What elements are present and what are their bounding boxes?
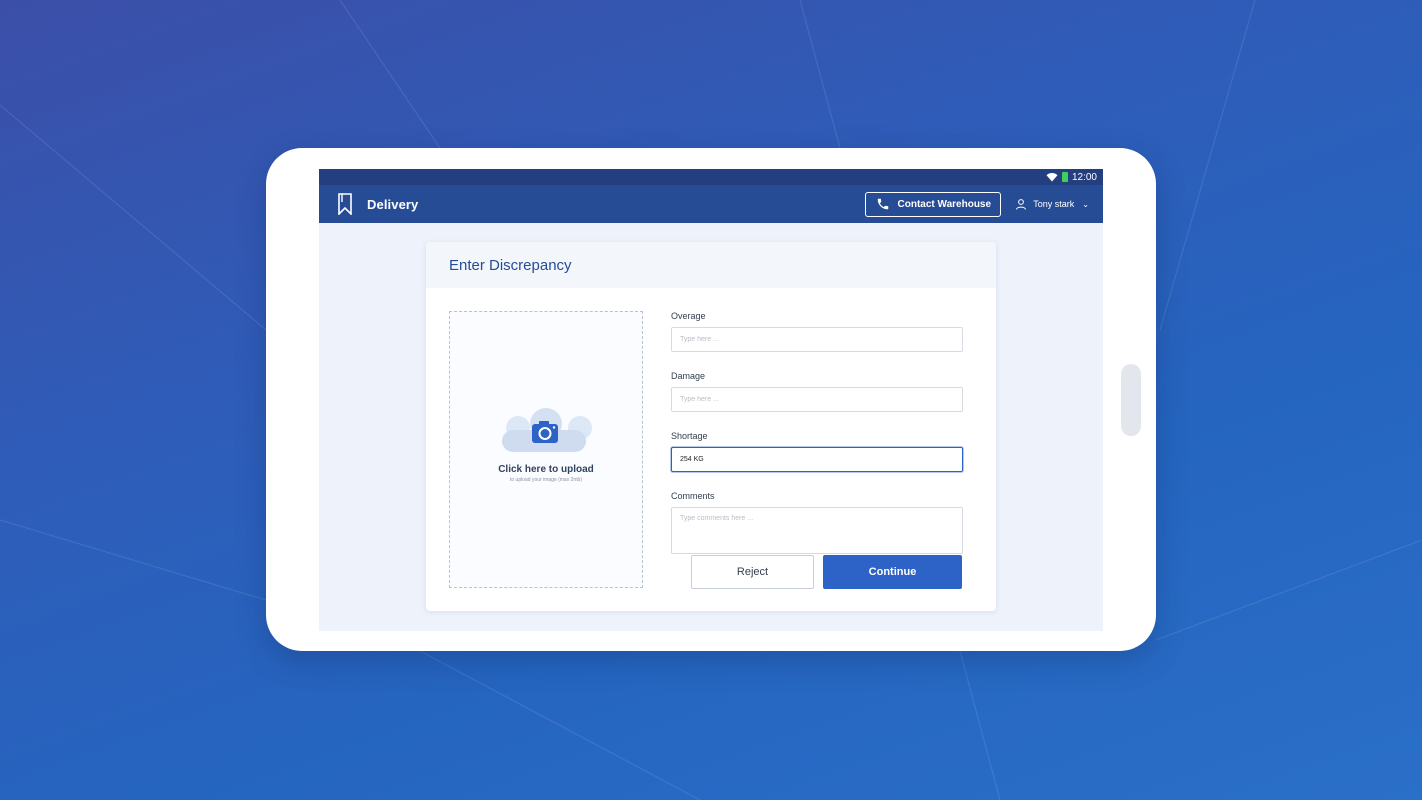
- discrepancy-card: Enter Discrepancy Click here to upload t…: [426, 242, 996, 611]
- shortage-label: Shortage: [671, 431, 708, 441]
- shortage-input[interactable]: [671, 447, 963, 472]
- comments-textarea[interactable]: [671, 507, 963, 554]
- user-name: Tony stark: [1033, 199, 1075, 209]
- tablet-side-button: [1121, 364, 1141, 436]
- image-upload-area[interactable]: Click here to upload to upload your imag…: [449, 311, 643, 588]
- continue-button[interactable]: Continue: [823, 555, 962, 589]
- card-title: Enter Discrepancy: [426, 242, 996, 288]
- app-screen: 12:00 Delivery Contact Warehouse Tony st…: [319, 169, 1103, 631]
- comments-label: Comments: [671, 491, 715, 501]
- app-title: Delivery: [367, 196, 419, 212]
- phone-icon: [877, 198, 888, 210]
- overage-label: Overage: [671, 311, 706, 321]
- battery-icon: [1061, 172, 1068, 182]
- damage-label: Damage: [671, 371, 706, 381]
- contact-warehouse-button[interactable]: Contact Warehouse: [865, 191, 1002, 217]
- damage-input[interactable]: [671, 387, 963, 412]
- form-actions: Reject Continue: [691, 555, 962, 589]
- status-bar: 12:00: [319, 169, 1103, 185]
- user-menu[interactable]: Tony stark ⌄: [1015, 198, 1089, 210]
- app-bar: Delivery Contact Warehouse Tony stark ⌄: [319, 185, 1103, 223]
- contact-warehouse-label: Contact Warehouse: [897, 198, 992, 210]
- wifi-icon: [1046, 173, 1058, 182]
- status-time: 12:00: [1071, 171, 1097, 183]
- overage-input[interactable]: [671, 327, 963, 352]
- user-icon: [1016, 199, 1027, 210]
- chevron-down-icon: ⌄: [1082, 199, 1089, 209]
- camera-cloud-icon: [502, 408, 592, 452]
- reject-button[interactable]: Reject: [691, 555, 814, 589]
- bookmark-logo-icon: [338, 193, 352, 215]
- upload-title: Click here to upload: [498, 464, 594, 475]
- discrepancy-form: Overage Damage Shortage Comments: [671, 311, 963, 554]
- upload-subtitle: to upload your image (max 2mb): [510, 477, 582, 483]
